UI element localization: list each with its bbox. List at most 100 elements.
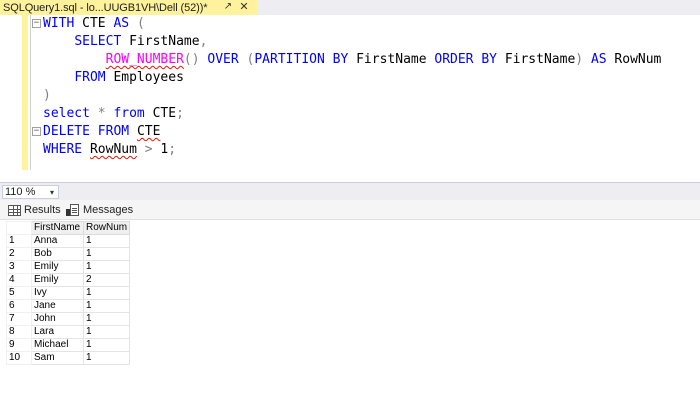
code-token: FirstName <box>348 52 435 67</box>
table-row[interactable]: 3 Emily 1 <box>6 260 131 274</box>
code-token: RowNum <box>89 142 137 157</box>
code-line[interactable]: WITH CTE AS ( <box>43 15 145 33</box>
table-row[interactable]: 2 Bob 1 <box>6 247 131 261</box>
tab-messages-label: Messages <box>83 204 134 216</box>
code-line[interactable]: WHERE RowNum > 1; <box>43 141 176 159</box>
rownum-cell[interactable]: 2 <box>82 273 131 287</box>
grid-header-row: FirstName RowNum <box>6 221 131 235</box>
row-number-cell[interactable]: 10 <box>6 351 32 365</box>
code-token: FirstName <box>497 52 576 67</box>
firstname-cell[interactable]: Emily <box>31 273 84 287</box>
table-row[interactable]: 9 Michael 1 <box>6 338 131 352</box>
row-number-cell[interactable]: 3 <box>6 260 32 274</box>
code-token: CTE <box>136 124 161 139</box>
grid-corner-cell[interactable] <box>6 221 32 235</box>
table-row[interactable]: 10 Sam 1 <box>6 351 131 365</box>
change-tracking-bar <box>22 15 28 170</box>
firstname-cell[interactable]: Emily <box>31 260 84 274</box>
tab-title: SQLQuery1.sql - lo...UUGB1VH\Dell (52))* <box>3 1 208 14</box>
code-line[interactable]: SELECT FirstName, <box>43 33 207 51</box>
tab-results[interactable]: Results <box>8 202 61 218</box>
code-token: ; <box>176 106 184 121</box>
table-row[interactable]: 6 Jane 1 <box>6 299 131 313</box>
code-token: 1 <box>152 142 169 157</box>
rownum-cell[interactable]: 1 <box>82 260 131 274</box>
code-token: Employees <box>105 70 184 85</box>
messages-icon <box>66 203 80 217</box>
code-line[interactable]: select * from CTE; <box>43 105 184 123</box>
code-token: DELETE <box>43 124 90 139</box>
zoom-dropdown[interactable]: 110 % ▾ <box>2 185 59 199</box>
firstname-cell[interactable]: Sam <box>31 351 84 365</box>
firstname-cell[interactable]: Lara <box>31 325 84 339</box>
code-line[interactable]: DELETE FROM CTE <box>43 123 160 141</box>
chevron-down-icon[interactable]: ▾ <box>46 188 58 197</box>
table-row[interactable]: 7 John 1 <box>6 312 131 326</box>
rownum-cell[interactable]: 1 <box>82 325 131 339</box>
column-header-firstname[interactable]: FirstName <box>31 221 84 235</box>
results-grid[interactable]: FirstName RowNum 1 Anna 1 2 Bob 1 3 Emily 1 4 Emil… <box>6 221 131 365</box>
code-token: SELECT <box>74 34 122 49</box>
row-number-cell[interactable]: 1 <box>6 234 32 248</box>
code-line[interactable]: FROM Employees <box>43 69 184 87</box>
row-number-cell[interactable]: 2 <box>6 247 32 261</box>
firstname-cell[interactable]: Bob <box>31 247 84 261</box>
zoom-value: 110 % <box>5 186 36 198</box>
collapse-toggle-icon[interactable]: − <box>32 127 41 136</box>
code-token: FROM <box>74 70 106 85</box>
code-token: ( <box>136 16 145 31</box>
table-row[interactable]: 8 Lara 1 <box>6 325 131 339</box>
query-document-tab[interactable]: SQLQuery1.sql - lo...UUGB1VH\Dell (52))*… <box>0 0 257 15</box>
code-token: > <box>144 142 153 157</box>
close-icon[interactable]: ✕ <box>238 1 250 13</box>
rownum-cell[interactable]: 1 <box>82 338 131 352</box>
results-grid-pane: FirstName RowNum 1 Anna 1 2 Bob 1 3 Emily 1 4 Emil… <box>0 221 700 416</box>
row-number-cell[interactable]: 5 <box>6 286 32 300</box>
code-token: from <box>113 106 145 121</box>
firstname-cell[interactable]: John <box>31 312 84 326</box>
code-line[interactable]: ) <box>43 87 51 105</box>
rownum-cell[interactable]: 1 <box>82 286 131 300</box>
column-header-rownum[interactable]: RowNum <box>82 221 131 235</box>
rownum-cell[interactable]: 1 <box>82 351 131 365</box>
rownum-cell[interactable]: 1 <box>82 312 131 326</box>
firstname-cell[interactable]: Ivy <box>31 286 84 300</box>
code-token: FROM <box>97 124 130 139</box>
code-token: ; <box>168 142 177 157</box>
tab-messages[interactable]: Messages <box>66 202 133 218</box>
table-row[interactable]: 4 Emily 2 <box>6 273 131 287</box>
table-row[interactable]: 5 Ivy 1 <box>6 286 131 300</box>
code-token: () <box>183 52 200 67</box>
rownum-cell[interactable]: 1 <box>82 234 131 248</box>
row-number-cell[interactable]: 4 <box>6 273 32 287</box>
firstname-cell[interactable]: Jane <box>31 299 84 313</box>
code-token: ROW_NUMBER <box>105 52 184 67</box>
firstname-cell[interactable]: Michael <box>31 338 84 352</box>
table-row[interactable]: 1 Anna 1 <box>6 234 131 248</box>
row-number-cell[interactable]: 8 <box>6 325 32 339</box>
pin-icon[interactable]: ↗ <box>222 1 234 13</box>
row-number-cell[interactable]: 7 <box>6 312 32 326</box>
editor-status-strip: 110 % ▾ <box>0 182 700 200</box>
code-token: ) <box>43 88 51 103</box>
row-number-cell[interactable]: 6 <box>6 299 32 313</box>
code-token: OVER <box>207 52 239 67</box>
rownum-cell[interactable]: 1 <box>82 299 131 313</box>
collapse-toggle-icon[interactable]: − <box>32 19 41 28</box>
code-token: , <box>199 34 208 49</box>
query-editor[interactable]: − − WITH CTE AS ( SELECT FirstName, ROW_… <box>0 15 700 182</box>
rownum-cell[interactable]: 1 <box>82 247 131 261</box>
code-line[interactable]: ROW_NUMBER() OVER (PARTITION BY FirstNam… <box>43 51 662 69</box>
firstname-cell[interactable]: Anna <box>31 234 84 248</box>
row-number-cell[interactable]: 9 <box>6 338 32 352</box>
code-token: AS <box>590 52 607 67</box>
